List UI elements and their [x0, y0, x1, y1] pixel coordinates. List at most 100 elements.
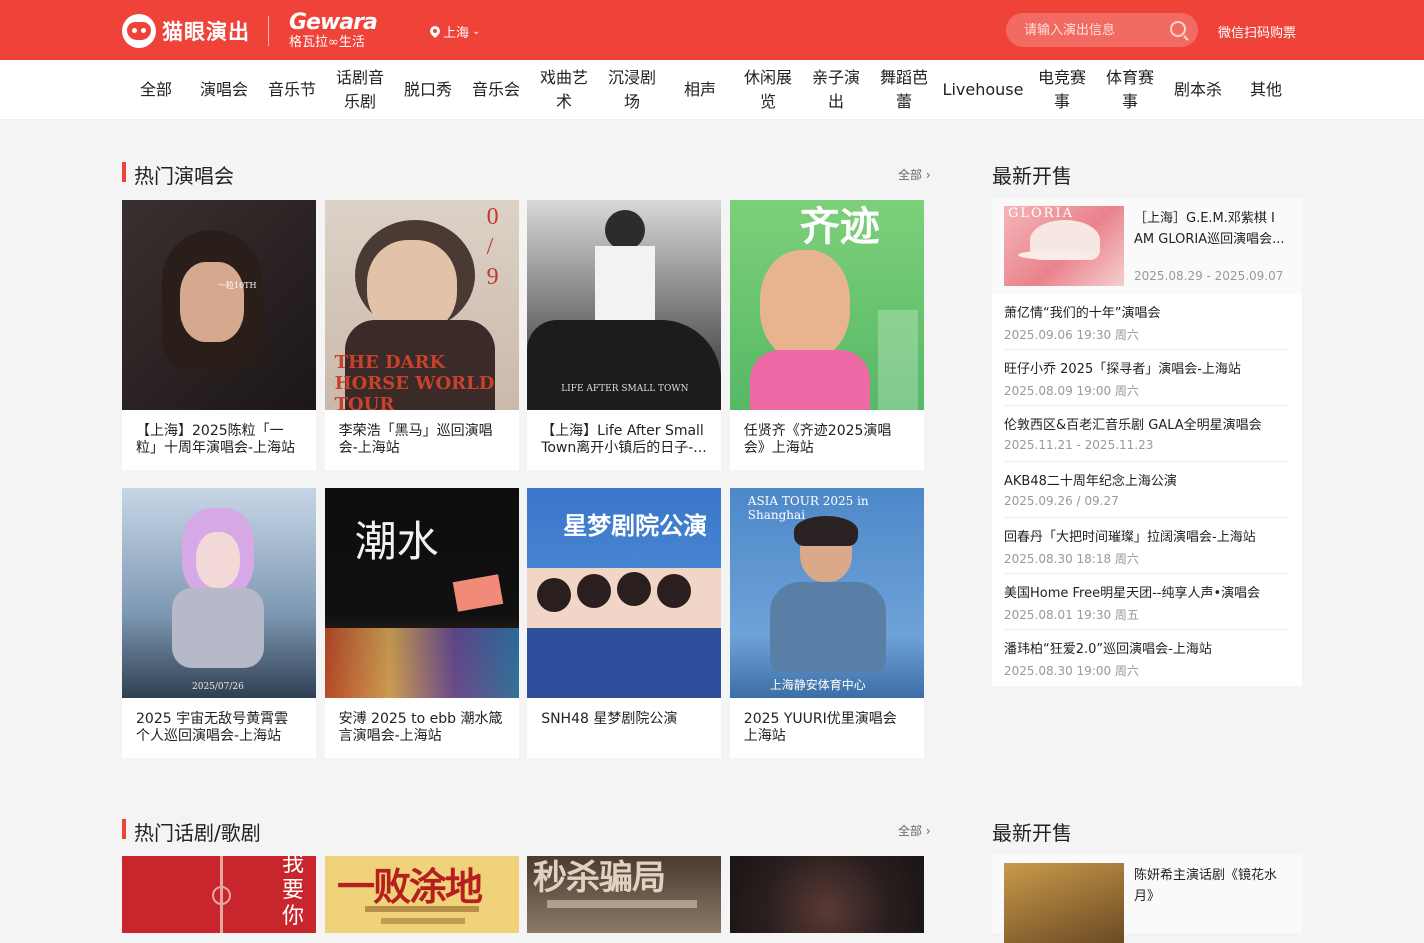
latest-item[interactable]: 回春丹「大把时间璀璨」拉阔演唱会-上海站 2025.08.30 18:18 周六 [1004, 518, 1290, 574]
latest-title-2: 最新开售 [992, 821, 1072, 845]
category-label: 休闲展览 [743, 68, 792, 111]
latest-item-date: 2025.08.30 19:00 周六 [1004, 664, 1139, 678]
category-16[interactable]: 其他 [1232, 78, 1300, 102]
category-1[interactable]: 演唱会 [190, 78, 258, 102]
category-9[interactable]: 休闲展览 [734, 66, 802, 114]
search-icon[interactable] [1170, 21, 1186, 37]
chevron-right-icon: › [925, 168, 931, 182]
latest-item-title: 潘玮柏“狂爱2.0”巡回演唱会-上海站 [1004, 642, 1212, 657]
category-15[interactable]: 剧本杀 [1164, 78, 1232, 102]
category-2[interactable]: 音乐节 [258, 78, 326, 102]
category-label: 音乐节 [267, 80, 316, 99]
latest-item-title: 美国Home Free明星天团--纯享人声•演唱会 [1004, 586, 1261, 601]
category-label: 电竞赛事 [1037, 68, 1086, 111]
category-0[interactable]: 全部 [122, 78, 190, 102]
latest-item-title: 萧亿情“我们的十年”演唱会 [1004, 306, 1161, 321]
featured-title: ［上海］G.E.M.邓紫棋 I AM GLORIA巡回演唱会... [1134, 211, 1285, 247]
city-name: 上海 [443, 26, 470, 41]
latest-item[interactable]: 萧亿情“我们的十年”演唱会 2025.09.06 19:30 周六 [1004, 294, 1290, 350]
chevron-down-icon: ⌄ [472, 26, 481, 37]
section-title-concerts: 热门演唱会 [122, 160, 234, 189]
cat-logo-icon [122, 13, 156, 48]
latest-featured[interactable]: GLORIA ［上海］G.E.M.邓紫棋 I AM GLORIA巡回演唱会...… [992, 198, 1302, 294]
poster-text: 一粒10TH [218, 281, 257, 290]
concert-card[interactable]: 星梦剧院公演 SNH48 星梦剧院公演 [527, 488, 722, 758]
category-7[interactable]: 沉浸剧场 [598, 66, 666, 114]
category-label: 戏曲艺术 [539, 68, 588, 111]
concert-card[interactable]: 2025/07/26 2025 宇宙无敌号黄霄雲个人巡回演唱会-上海站 [122, 488, 316, 758]
city-selector[interactable]: 上海 ⌄ [430, 22, 480, 41]
latest-item-title: 旺仔小乔 2025「探寻者」演唱会-上海站 [1004, 362, 1241, 377]
search-box [1006, 13, 1198, 47]
concert-title: 【上海】Life After Small Town离开小镇后的日子-... [541, 423, 707, 456]
category-13[interactable]: 电竞赛事 [1028, 66, 1096, 114]
concert-title: 安溥 2025 to ebb 潮水箴言演唱会-上海站 [338, 711, 503, 744]
featured-poster [1004, 863, 1124, 943]
category-5[interactable]: 音乐会 [462, 78, 530, 102]
poster-image: 秒杀骗局 [527, 856, 721, 933]
category-6[interactable]: 戏曲艺术 [530, 66, 598, 114]
category-14[interactable]: 体育赛事 [1096, 66, 1164, 114]
poster-text: 一败涂地 [337, 864, 483, 909]
latest-item-date: 2025.09.26 / 09.27 [1004, 494, 1119, 508]
poster-image: 齐迹 [729, 200, 924, 410]
featured-title: 陈妍希主演话剧《镜花水月》 [1134, 868, 1278, 904]
category-label: 话剧音乐剧 [335, 68, 384, 111]
logo[interactable]: 猫眼演出 Gewara 格瓦拉∞生活 [122, 12, 378, 50]
concert-title: 李荣浩「黑马」巡回演唱会-上海站 [338, 423, 493, 456]
chevron-right-icon: › [925, 824, 931, 838]
concert-card[interactable]: 一粒10TH 【上海】2025陈粒「一粒」十周年演唱会-上海站 [122, 200, 316, 470]
category-3[interactable]: 话剧音乐剧 [326, 66, 394, 114]
section-title-drama: 热门话剧/歌剧 [122, 817, 261, 846]
category-label: 相声 [683, 80, 716, 99]
concert-card[interactable]: LIFE AFTER SMALL TOWN 【上海】Life After Smal… [527, 200, 722, 470]
concert-card[interactable]: 潮水安溥 2025 to ebb 潮水箴言演唱会-上海站 [324, 488, 519, 758]
drama-card[interactable]: 一败涂地 [325, 856, 519, 933]
category-label: 全部 [139, 80, 172, 99]
category-label: 演唱会 [199, 80, 248, 99]
drama-more-link[interactable]: 全部 › [898, 822, 931, 839]
poster-image: 潮水 [324, 488, 519, 698]
poster-text: ASIA TOUR 2025 in Shanghai [747, 494, 869, 522]
concert-card[interactable]: 齐迹 任贤齐《齐迹2025演唱会》上海站 [729, 200, 924, 470]
concert-card[interactable]: 0/9 THE DARK HORSE WORLD TOUR 李荣浩「黑马」巡回演唱会… [324, 200, 519, 470]
latest-item[interactable]: 美国Home Free明星天团--纯享人声•演唱会 2025.08.01 19:3… [1004, 574, 1290, 630]
search-input[interactable] [1024, 22, 1164, 38]
drama-card[interactable]: 我要你 [122, 856, 316, 933]
top-header: 猫眼演出 Gewara 格瓦拉∞生活 上海 ⌄ 微信扫码购票 [0, 0, 1424, 60]
concert-title: 2025 YUURI优里演唱会上海站 [743, 711, 897, 744]
category-label: 剧本杀 [1173, 80, 1222, 99]
latest-item-date: 2025.08.01 19:30 周五 [1004, 608, 1139, 622]
category-label: 脱口秀 [403, 80, 452, 99]
poster-image: 一粒10TH [122, 200, 316, 410]
category-label: 音乐会 [471, 80, 520, 99]
category-12[interactable]: Livehouse [938, 78, 1028, 102]
brand-name: 猫眼演出 [162, 19, 250, 44]
drama-card[interactable] [730, 856, 924, 933]
latest-featured-2[interactable]: 陈妍希主演话剧《镜花水月》 [992, 855, 1302, 943]
poster-text: 我要你 [282, 856, 305, 929]
poster-image: 0/9 THE DARK HORSE WORLD TOUR [324, 200, 519, 410]
gewara-logo-sub: 格瓦拉∞生活 [289, 35, 365, 50]
category-4[interactable]: 脱口秀 [394, 78, 462, 102]
category-8[interactable]: 相声 [666, 78, 734, 102]
category-nav: 全部 演唱会 音乐节 话剧音乐剧 脱口秀 音乐会 戏曲艺术 沉浸剧场 相声 休闲展览 亲子演出 舞蹈芭… [0, 60, 1424, 120]
gewara-logo: Gewara 格瓦拉∞生活 [289, 12, 378, 50]
latest-list-2: 陈妍希主演话剧《镜花水月》 [992, 855, 1302, 943]
poster-text: THE DARK HORSE WORLD TOUR [334, 352, 495, 410]
concerts-more-link[interactable]: 全部 › [898, 166, 931, 183]
latest-item[interactable]: 旺仔小乔 2025「探寻者」演唱会-上海站 2025.08.09 19:00 周六 [1004, 350, 1290, 406]
concert-card[interactable]: 上海静安体育中心 ASIA TOUR 2025 in Shanghai 2025 Y… [729, 488, 924, 758]
latest-list: GLORIA ［上海］G.E.M.邓紫棋 I AM GLORIA巡回演唱会...… [992, 198, 1302, 686]
category-10[interactable]: 亲子演出 [802, 66, 870, 114]
wechat-buy-link[interactable]: 微信扫码购票 [1218, 22, 1296, 41]
drama-card[interactable]: 秒杀骗局 [527, 856, 721, 933]
poster-image: 星梦剧院公演 [527, 488, 722, 698]
concert-title: 2025 宇宙无敌号黄霄雲个人巡回演唱会-上海站 [136, 711, 289, 744]
more-label: 全部 [898, 168, 923, 182]
category-11[interactable]: 舞蹈芭蕾 [870, 66, 938, 114]
latest-item[interactable]: 潘玮柏“狂爱2.0”巡回演唱会-上海站 2025.08.30 19:00 周六 [1004, 630, 1290, 686]
latest-item[interactable]: AKB48二十周年纪念上海公演 2025.09.26 / 09.27 [1004, 462, 1290, 518]
latest-item[interactable]: 伦敦西区&百老汇音乐剧 GALA全明星演唱会 2025.11.21 - 2025.… [1004, 406, 1290, 462]
poster-image: LIFE AFTER SMALL TOWN [527, 200, 722, 410]
